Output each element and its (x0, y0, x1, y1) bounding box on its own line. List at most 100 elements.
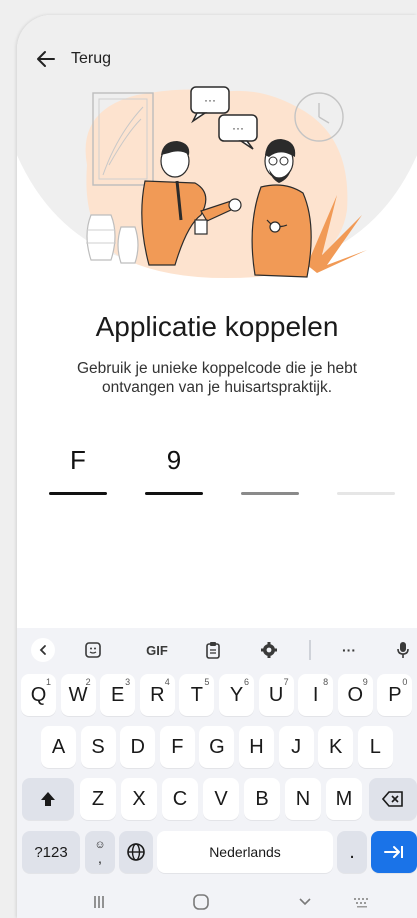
backspace-key[interactable] (369, 778, 417, 820)
key-k[interactable]: K (318, 726, 354, 768)
key-j-label: J (291, 735, 302, 758)
key-s[interactable]: S (80, 726, 116, 768)
recent-apps-icon[interactable] (92, 894, 106, 913)
keyboard-toolbar: GIF ··· (17, 628, 417, 672)
chevron-left-icon[interactable] (31, 638, 55, 662)
key-r[interactable]: R4 (139, 674, 175, 716)
gear-icon[interactable] (257, 638, 281, 662)
key-hint-7: 7 (283, 677, 289, 687)
key-hint-5: 5 (204, 677, 210, 687)
key-p[interactable]: P0 (377, 674, 413, 716)
chevron-down-icon[interactable] (297, 894, 313, 913)
key-r-label: R (150, 683, 165, 706)
key-f-label: F (171, 735, 184, 758)
key-z-label: Z (91, 787, 105, 810)
key-d[interactable]: D (120, 726, 156, 768)
key-v-label: V (214, 787, 228, 810)
code-underline-2 (145, 492, 203, 495)
back-button[interactable]: Terug (35, 48, 111, 70)
more-button[interactable]: ··· (337, 638, 361, 662)
key-c-label: C (172, 787, 188, 810)
svg-text:···: ··· (204, 93, 216, 107)
key-x[interactable]: X (121, 778, 157, 820)
key-hint-9: 9 (362, 677, 368, 687)
key-o-label: O (347, 683, 364, 706)
key-hint-2: 2 (85, 677, 91, 687)
key-z[interactable]: Z (80, 778, 116, 820)
key-g-label: G (209, 735, 225, 758)
microphone-icon[interactable] (391, 638, 415, 662)
key-d-label: D (130, 735, 145, 758)
key-n[interactable]: N (285, 778, 321, 820)
shift-icon (41, 792, 55, 806)
svg-text:···: ··· (232, 121, 244, 135)
key-f[interactable]: F (159, 726, 195, 768)
key-u-label: U (268, 683, 284, 706)
key-hint-8: 8 (323, 677, 329, 687)
page-title: Applicatie koppelen (95, 311, 339, 342)
clipboard-icon[interactable] (201, 638, 225, 662)
key-n-label: N (295, 787, 311, 810)
symbols-key[interactable]: ?123 (22, 831, 80, 873)
key-hint-3: 3 (125, 677, 131, 687)
shift-key[interactable] (22, 778, 74, 820)
key-l[interactable]: L (357, 726, 393, 768)
globe-icon (127, 843, 145, 861)
key-o[interactable]: O9 (337, 674, 373, 716)
phone-screen: ··· ··· Terug Applicatie koppelen Gebrui… (17, 15, 417, 918)
key-a[interactable]: A (41, 726, 76, 768)
key-p-label: P (388, 683, 402, 706)
key-s-label: S (91, 735, 105, 758)
key-q[interactable]: Q1 (21, 674, 56, 716)
key-hint-4: 4 (164, 677, 170, 687)
key-x-label: X (132, 787, 146, 810)
sticker-icon[interactable] (81, 638, 105, 662)
arrow-left-icon (37, 51, 55, 67)
key-e[interactable]: E3 (100, 674, 136, 716)
key-a-label: A (51, 735, 66, 758)
key-v[interactable]: V (203, 778, 239, 820)
enter-key[interactable] (371, 831, 417, 873)
home-icon[interactable] (192, 894, 210, 913)
key-q-label: Q (30, 683, 47, 706)
gif-button[interactable]: GIF (137, 638, 177, 662)
key-k-label: K (329, 735, 343, 758)
comma-label: , (98, 850, 102, 866)
key-hint-0: 0 (402, 677, 408, 687)
emoji-comma-key[interactable]: ☺ , (85, 831, 115, 873)
key-i-label: I (312, 683, 319, 706)
key-w[interactable]: W2 (60, 674, 96, 716)
keyboard-switch-icon[interactable] (351, 894, 373, 913)
code-underline-4 (337, 492, 395, 495)
system-navbar (17, 890, 417, 918)
code-digit-2[interactable]: 9 (145, 445, 203, 476)
key-y[interactable]: Y6 (219, 674, 254, 716)
page-subtitle: Gebruik je unieke koppelcode die je hebt… (76, 360, 358, 396)
key-g[interactable]: G (199, 726, 235, 768)
period-key[interactable]: . (337, 831, 367, 873)
key-t-label: T (190, 683, 203, 706)
key-c[interactable]: C (162, 778, 198, 820)
key-e-label: E (111, 683, 125, 706)
key-l-label: L (369, 735, 381, 758)
key-m-label: M (335, 787, 353, 810)
space-key[interactable]: Nederlands (157, 831, 333, 873)
onscreen-keyboard: GIF ··· Q1W2E3R4T5Y6U7I8O9P0 ASDFGHJKL Z… (17, 628, 417, 918)
key-j[interactable]: J (278, 726, 314, 768)
language-key[interactable] (119, 831, 153, 873)
key-u[interactable]: U7 (258, 674, 294, 716)
key-h[interactable]: H (239, 726, 274, 768)
key-m[interactable]: M (326, 778, 362, 820)
key-y-label: Y (229, 683, 244, 706)
key-b-label: B (255, 787, 269, 810)
code-digit-1[interactable]: F (49, 445, 107, 476)
backspace-icon (382, 791, 403, 807)
tab-arrow-icon (384, 846, 403, 858)
toolbar-divider (309, 640, 311, 660)
back-label: Terug (71, 50, 112, 67)
key-hint-1: 1 (45, 677, 51, 687)
code-underline-1 (49, 492, 107, 495)
key-i[interactable]: I8 (298, 674, 334, 716)
key-t[interactable]: T5 (179, 674, 215, 716)
key-b[interactable]: B (244, 778, 280, 820)
